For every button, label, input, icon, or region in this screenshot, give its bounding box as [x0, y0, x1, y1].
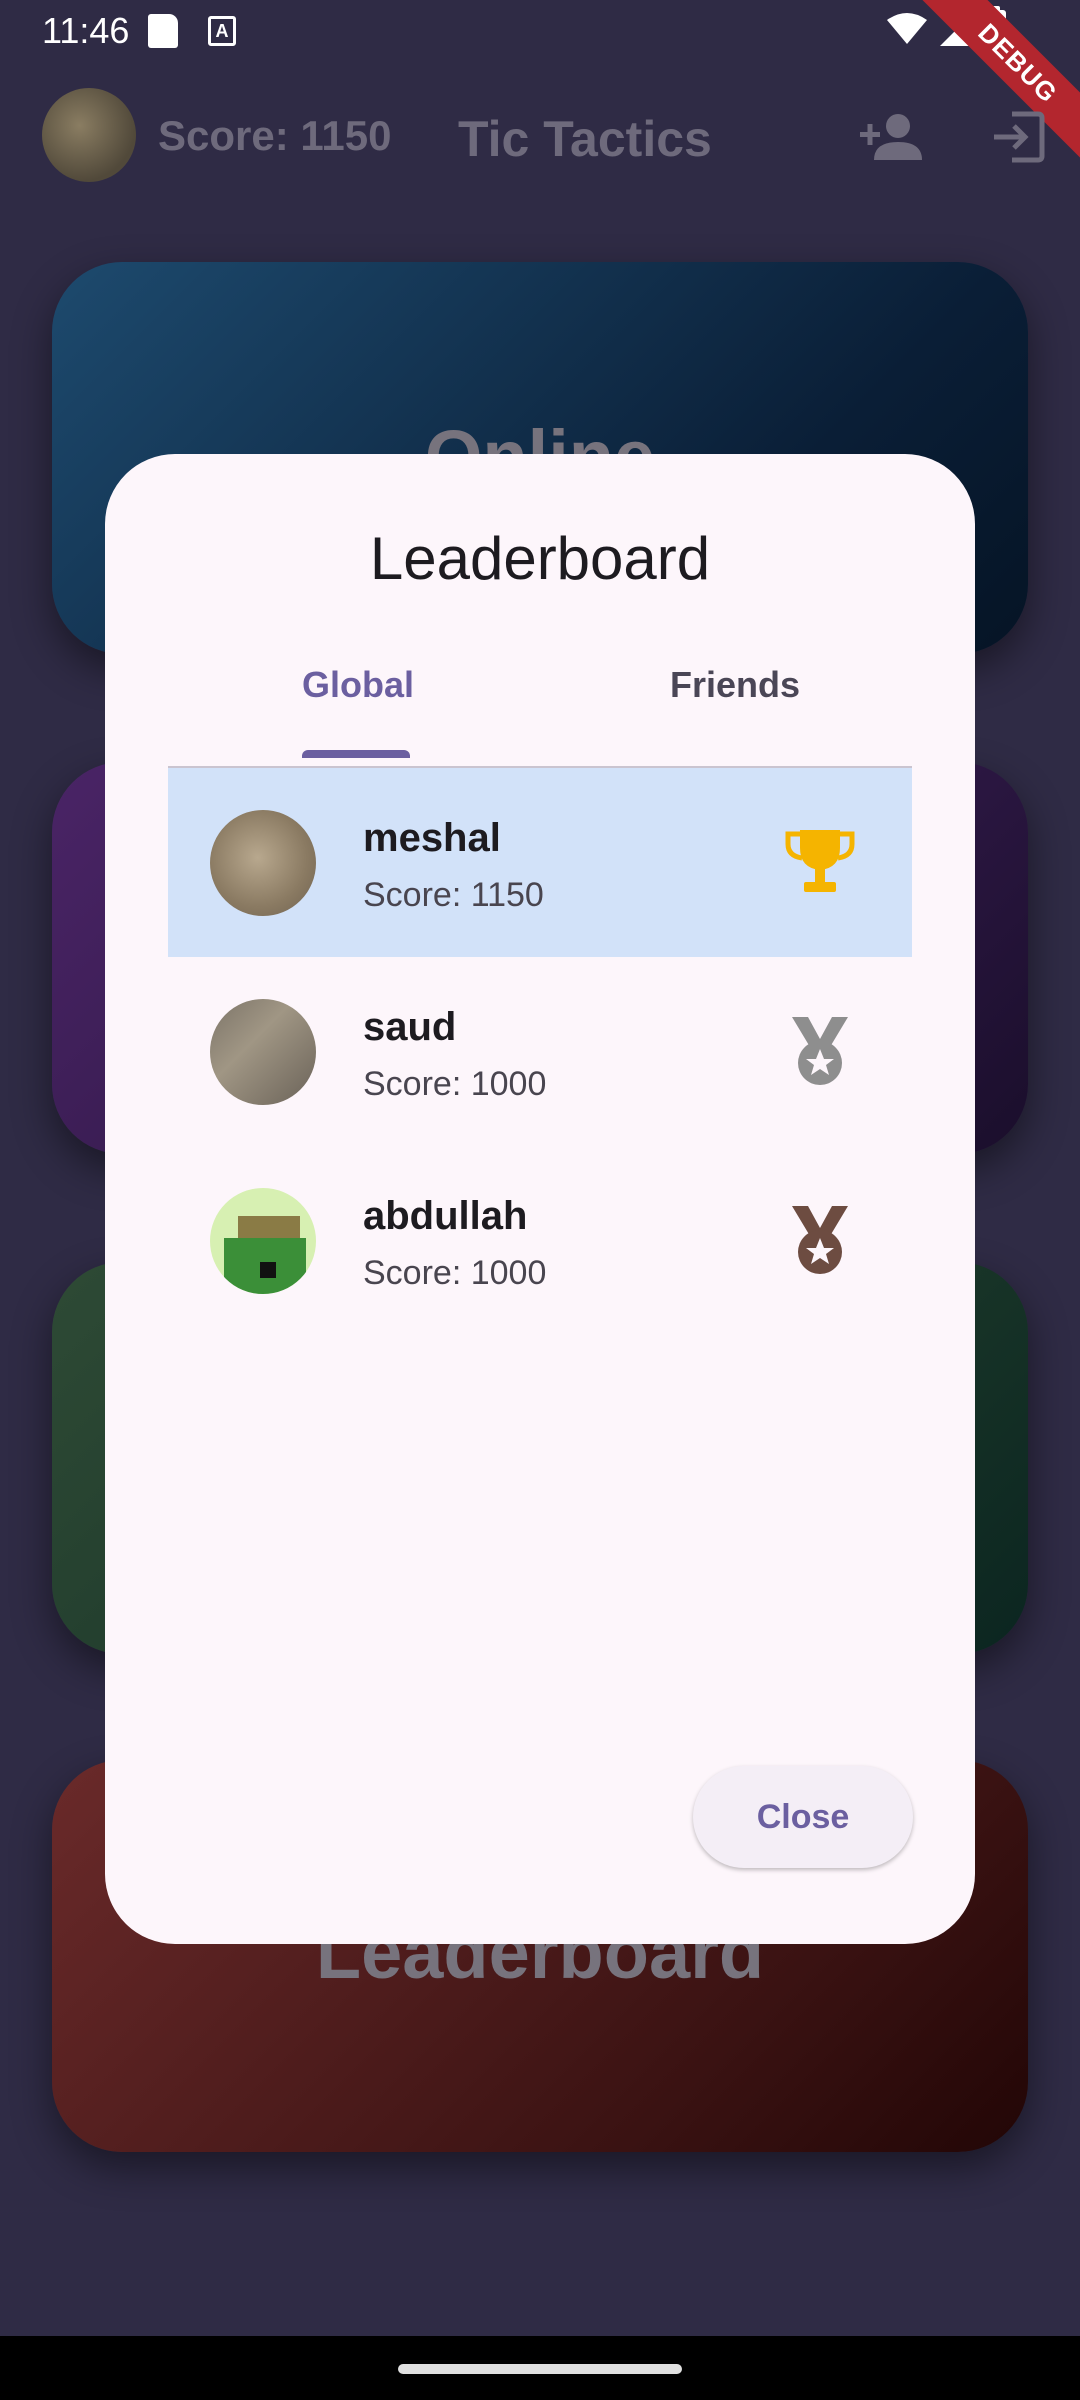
wifi-icon [887, 13, 927, 44]
player-score: Score: 1000 [363, 1254, 547, 1292]
player-name: abdullah [363, 1194, 528, 1238]
app-title: Tic Tactics [458, 111, 712, 167]
app-screen: 11:46 A DEBUG Score: 1150 Tic Tactics On… [0, 0, 1080, 2400]
tab-indicator [302, 750, 410, 758]
app-bar: Score: 1150 Tic Tactics [0, 62, 1080, 212]
list-item[interactable]: meshal Score: 1150 [168, 768, 912, 957]
close-button[interactable]: Close [693, 1766, 913, 1868]
user-score: Score: 1150 [158, 112, 392, 159]
avatar [210, 1188, 316, 1294]
trophy-icon [785, 830, 855, 892]
add-friend-icon[interactable] [858, 112, 924, 162]
keyboard-a-icon: A [208, 16, 236, 46]
player-name: meshal [363, 816, 501, 860]
status-time: 11:46 [42, 10, 130, 51]
sd-card-icon [148, 14, 178, 48]
leaderboard-tabs: Global Friends [168, 664, 912, 758]
leaderboard-list: meshal Score: 1150 saud Score: 1000 abdu… [168, 768, 912, 1335]
home-handle[interactable] [398, 2364, 682, 2374]
avatar [210, 810, 316, 916]
list-item[interactable]: abdullah Score: 1000 [168, 1146, 912, 1335]
player-name: saud [363, 1005, 457, 1049]
player-score: Score: 1000 [363, 1065, 547, 1103]
avatar [210, 999, 316, 1105]
status-bar: 11:46 A [0, 0, 1080, 62]
bronze-medal-icon [792, 1206, 848, 1274]
list-item[interactable]: saud Score: 1000 [168, 957, 912, 1146]
tab-global[interactable]: Global [302, 664, 414, 706]
silver-medal-icon [792, 1017, 848, 1085]
tab-friends[interactable]: Friends [670, 664, 800, 706]
user-avatar[interactable] [42, 88, 136, 182]
system-nav-bar [0, 2336, 1080, 2400]
dialog-title: Leaderboard [369, 525, 711, 592]
leaderboard-dialog: Leaderboard Global Friends meshal Score:… [105, 454, 975, 1944]
player-score: Score: 1150 [363, 876, 544, 914]
logout-icon[interactable] [990, 110, 1046, 164]
